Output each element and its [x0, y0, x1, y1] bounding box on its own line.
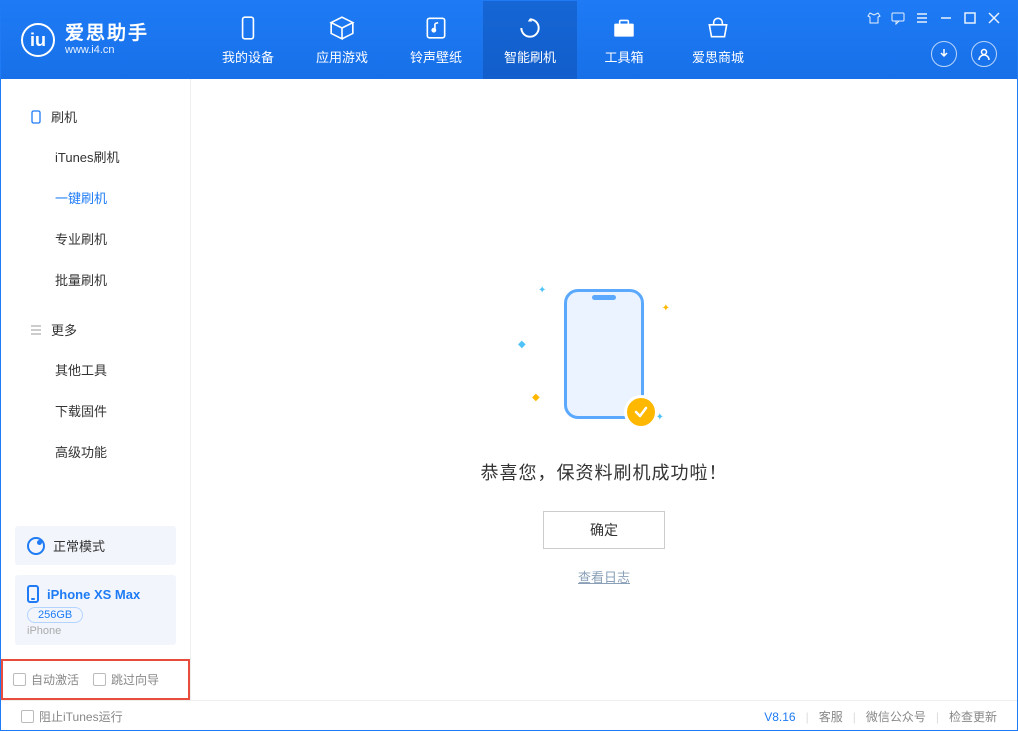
options-row-highlighted: 自动激活 跳过向导 [1, 659, 190, 700]
header: iu 爱思助手 www.i4.cn 我的设备 应用游戏 铃声壁纸 智能刷机 工具… [1, 1, 1017, 79]
checkbox-icon [21, 710, 34, 723]
view-log-link[interactable]: 查看日志 [578, 567, 630, 586]
logo: iu 爱思助手 www.i4.cn [1, 23, 201, 57]
music-icon [423, 15, 449, 41]
logo-icon: iu [21, 23, 55, 57]
download-button[interactable] [931, 41, 957, 67]
sidebar-item-advanced[interactable]: 高级功能 [1, 431, 190, 472]
footer-link-update[interactable]: 检查更新 [949, 708, 997, 725]
device-card[interactable]: iPhone XS Max 256GB iPhone [15, 575, 176, 645]
sidebar-item-itunes-flash[interactable]: iTunes刷机 [1, 136, 190, 177]
sidebar-section-flash: 刷机 [1, 97, 190, 136]
window-controls [867, 11, 1001, 25]
main-content: ✦✦◆✦◆ 恭喜您，保资料刷机成功啦！ 确定 查看日志 [191, 79, 1017, 700]
refresh-icon [517, 15, 543, 41]
checkbox-auto-activate[interactable]: 自动激活 [13, 671, 79, 688]
checkbox-icon [93, 673, 106, 686]
device-name: iPhone XS Max [47, 587, 140, 602]
cube-icon [329, 15, 355, 41]
device-type: iPhone [27, 625, 164, 637]
tab-store[interactable]: 爱思商城 [671, 1, 765, 79]
logo-title: 爱思助手 [65, 24, 149, 45]
store-icon [705, 15, 731, 41]
sidebar-item-batch-flash[interactable]: 批量刷机 [1, 259, 190, 300]
sidebar-section-more: 更多 [1, 310, 190, 349]
menu-icon[interactable] [915, 11, 929, 25]
list-icon [29, 323, 43, 337]
sidebar-item-oneclick-flash[interactable]: 一键刷机 [1, 177, 190, 218]
tab-my-device[interactable]: 我的设备 [201, 1, 295, 79]
device-phone-icon [27, 585, 39, 603]
checkbox-icon [13, 673, 26, 686]
tab-flash[interactable]: 智能刷机 [483, 1, 577, 79]
toolbox-icon [611, 15, 637, 41]
checkbox-skip-guide[interactable]: 跳过向导 [93, 671, 159, 688]
sidebar-item-download-firmware[interactable]: 下载固件 [1, 390, 190, 431]
check-badge-icon [624, 395, 658, 429]
version-label: V8.16 [764, 710, 795, 724]
maximize-button[interactable] [963, 11, 977, 25]
tab-toolbox[interactable]: 工具箱 [577, 1, 671, 79]
logo-subtitle: www.i4.cn [65, 44, 149, 56]
ok-button[interactable]: 确定 [543, 511, 665, 549]
footer-link-wechat[interactable]: 微信公众号 [866, 708, 926, 725]
feedback-icon[interactable] [891, 11, 905, 25]
footer-link-support[interactable]: 客服 [819, 708, 843, 725]
device-capacity: 256GB [27, 607, 83, 623]
device-icon [235, 15, 261, 41]
tab-apps[interactable]: 应用游戏 [295, 1, 389, 79]
success-illustration: ✦✦◆✦◆ [514, 279, 694, 429]
mode-icon [27, 537, 45, 555]
shirt-icon[interactable] [867, 11, 881, 25]
mode-card[interactable]: 正常模式 [15, 526, 176, 565]
sidebar-item-other-tools[interactable]: 其他工具 [1, 349, 190, 390]
sidebar-item-pro-flash[interactable]: 专业刷机 [1, 218, 190, 259]
footer: 阻止iTunes运行 V8.16 | 客服 | 微信公众号 | 检查更新 [1, 700, 1017, 732]
close-button[interactable] [987, 11, 1001, 25]
sidebar: 刷机 iTunes刷机 一键刷机 专业刷机 批量刷机 更多 其他工具 下载固件 … [1, 79, 191, 700]
main-tabs: 我的设备 应用游戏 铃声壁纸 智能刷机 工具箱 爱思商城 [201, 1, 765, 79]
phone-icon [29, 110, 43, 124]
minimize-button[interactable] [939, 11, 953, 25]
success-message: 恭喜您，保资料刷机成功啦！ [481, 459, 728, 485]
checkbox-block-itunes[interactable]: 阻止iTunes运行 [21, 708, 123, 725]
account-button[interactable] [971, 41, 997, 67]
tab-ringtones[interactable]: 铃声壁纸 [389, 1, 483, 79]
